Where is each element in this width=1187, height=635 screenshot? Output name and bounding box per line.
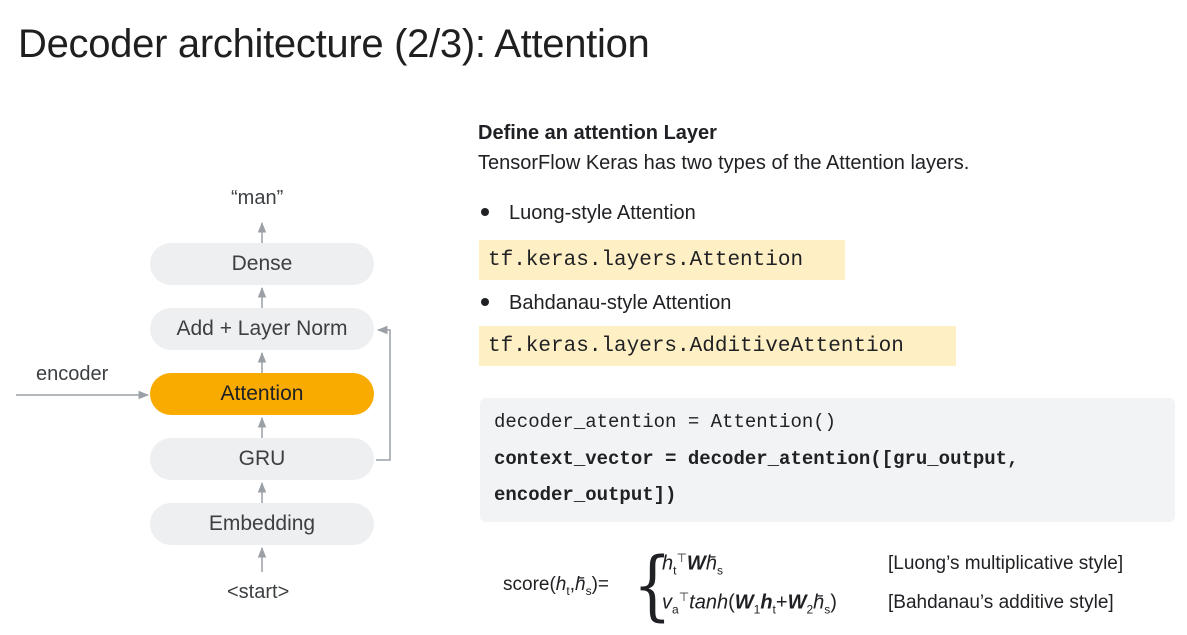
section-heading: Define an attention Layer: [478, 122, 717, 144]
dense-block: Dense: [150, 243, 374, 285]
add-layer-norm-block: Add + Layer Norm: [150, 308, 374, 350]
code-luong-attention: tf.keras.layers.Attention: [479, 240, 845, 280]
code-line-2: context_vector = decoder_atention([gru_o…: [494, 448, 1019, 470]
score-formula-lhs: score(ht,h̄s)=: [503, 574, 610, 598]
gru-block: GRU: [150, 438, 374, 480]
arrow-residual-gru-to-addnorm: [376, 325, 391, 461]
encoder-label: encoder: [36, 363, 109, 385]
section-subheading: TensorFlow Keras has two types of the At…: [478, 152, 970, 174]
code-line-3: encoder_output]): [494, 484, 677, 506]
output-token-label: “man”: [231, 187, 284, 209]
note-bahdanau: [Bahdanau’s additive style]: [888, 592, 1114, 613]
bullet-luong-text: Luong-style Attention: [509, 202, 696, 224]
code-additive-attention: tf.keras.layers.AdditiveAttention: [479, 326, 956, 366]
bullet-bahdanau-text: Bahdanau-style Attention: [509, 292, 732, 314]
embedding-block: Embedding: [150, 503, 374, 545]
bullet-dot: [481, 297, 489, 306]
input-token-label: <start>: [227, 581, 290, 603]
code-line-1: decoder_atention = Attention(): [494, 411, 837, 433]
attention-block: Attention: [150, 373, 374, 415]
formula-bahdanau: va⊤tanh(W1ht+W2h̄s): [662, 590, 837, 617]
bullet-bahdanau: Bahdanau-style Attention: [481, 292, 731, 315]
bullet-dot: [481, 207, 489, 216]
bullet-luong: Luong-style Attention: [481, 202, 696, 225]
formula-luong: ht⊤Wh̄s: [662, 551, 723, 578]
note-luong: [Luong’s multiplicative style]: [888, 553, 1124, 574]
